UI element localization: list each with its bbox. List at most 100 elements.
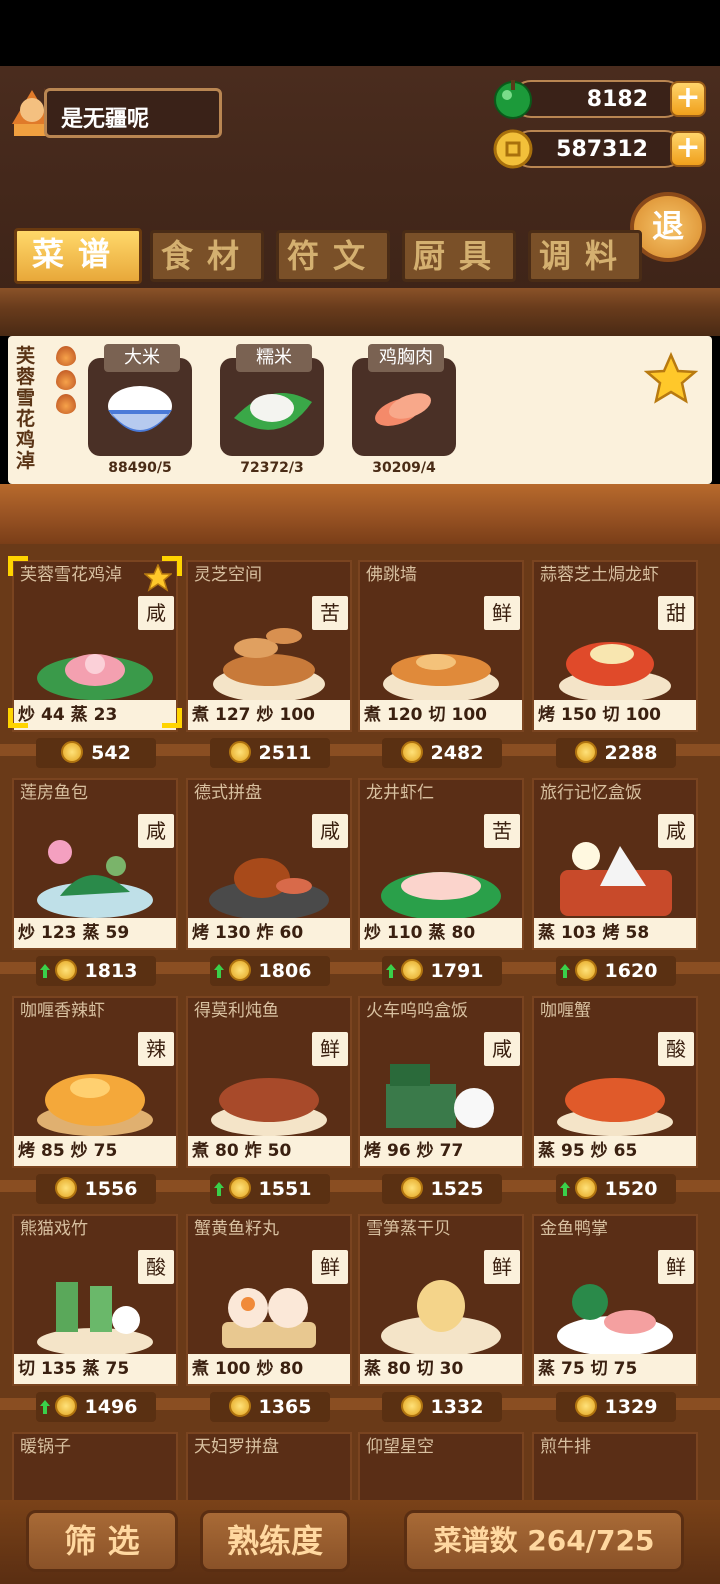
recipe-card[interactable]: 莲房鱼包咸炒 123 蒸 59 1813 (12, 778, 178, 988)
recipe-stats: 烤 150 切 100 (534, 700, 696, 730)
stat-value: 59 (105, 923, 130, 943)
price-value: 1525 (430, 1178, 484, 1200)
tab-seasonings[interactable]: 调料 (528, 230, 642, 282)
tab-cookware[interactable]: 厨具 (402, 230, 516, 282)
recipe-card[interactable]: 雪笋蒸干贝鲜蒸 80 切 30 1332 (358, 1214, 524, 1424)
tab-ingredients[interactable]: 食材 (150, 230, 264, 282)
stat-value: 75 (93, 1141, 118, 1161)
recipe-stats: 煮 127 炒 100 (188, 700, 350, 730)
add-coins-button[interactable]: + (670, 131, 706, 167)
recipe-card[interactable]: 芙蓉雪花鸡淖咸炒 44 蒸 23 542 (8, 556, 182, 770)
green-gem-icon (494, 80, 532, 119)
recipe-name: 灵芝空间 (194, 565, 262, 585)
stat-method: 炒 (18, 923, 35, 943)
price-value: 1791 (430, 960, 484, 982)
rice-bowl-icon (108, 386, 172, 432)
recipe-stats: 切 135 蒸 75 (14, 1354, 176, 1384)
recipe-price: 2482 (382, 738, 502, 768)
stat-value: 80 (451, 923, 476, 943)
recipe-card[interactable]: 仰望星空 (358, 1432, 524, 1502)
add-gems-button[interactable]: + (670, 81, 706, 117)
stat-value: 130 (215, 923, 251, 943)
recipe-stats: 蒸 95 炒 65 (534, 1136, 696, 1166)
stat-value: 127 (215, 705, 251, 725)
coin-icon (400, 741, 423, 763)
recipe-card[interactable]: 火车呜呜盒饭咸烤 96 炒 77 1525 (358, 996, 524, 1206)
coin-icon (228, 1395, 251, 1417)
price-up-icon (40, 964, 50, 978)
flavor-badge: 咸 (484, 1032, 520, 1066)
recipe-card[interactable]: 煎牛排 (532, 1432, 698, 1502)
flavor-badge: 酸 (138, 1250, 174, 1284)
recipe-stats: 蒸 80 切 30 (360, 1354, 522, 1384)
stat-method: 炒 (590, 1141, 608, 1161)
recipe-stats: 煮 80 炸 50 (188, 1136, 350, 1166)
recipe-name: 天妇罗拼盘 (194, 1437, 279, 1457)
tab-recipes[interactable]: 菜谱 (14, 228, 142, 284)
proficiency-button[interactable]: 熟练度 (200, 1510, 350, 1572)
selection-corner (162, 708, 182, 728)
recipe-card[interactable]: 灵芝空间苦煮 127 炒 100 2511 (186, 560, 352, 770)
stat-value: 23 (93, 705, 118, 725)
recipe-name: 咖喱蟹 (540, 1001, 591, 1021)
stat-method: 切 (602, 705, 620, 725)
recipe-card[interactable]: 咖喱蟹酸蒸 95 炒 65 1520 (532, 996, 698, 1206)
recipe-name: 蟹黄鱼籽丸 (194, 1219, 279, 1239)
recipe-card[interactable]: 佛跳墙鲜煮 120 切 100 2482 (358, 560, 524, 770)
flavor-badge: 咸 (138, 814, 174, 848)
ingredient-glutinous-rice[interactable]: 糯米 72372/3 (220, 344, 324, 480)
stat-method: 烤 (18, 1141, 35, 1161)
recipe-count-button[interactable]: 菜谱数 264/725 (404, 1510, 684, 1572)
recipe-name: 金鱼鸭掌 (540, 1219, 608, 1239)
ingredient-rice[interactable]: 大米 88490/5 (88, 344, 192, 480)
category-tabs: 菜谱 食材 符文 厨具 调料 (14, 228, 654, 286)
flame-icon (56, 370, 76, 390)
recipe-card[interactable]: 蒜蓉芝土焗龙虾甜烤 150 切 100 2288 (532, 560, 698, 770)
recipe-name: 熊猫戏竹 (20, 1219, 88, 1239)
recipe-card[interactable]: 得莫利炖鱼鲜煮 80 炸 50 1551 (186, 996, 352, 1206)
recipe-name: 龙井虾仁 (366, 783, 434, 803)
filter-button[interactable]: 筛 选 (26, 1510, 178, 1572)
stat-value: 103 (561, 923, 597, 943)
recipe-name: 佛跳墙 (366, 565, 417, 585)
recipe-price: 1551 (210, 1174, 330, 1204)
recipe-card[interactable]: 熊猫戏竹酸切 135 蒸 75 1496 (12, 1214, 178, 1424)
tab-runes[interactable]: 符文 (276, 230, 390, 282)
recipe-card[interactable]: 咖喱香辣虾辣烤 85 炒 75 1556 (12, 996, 178, 1206)
player-name-box[interactable]: 是无疆呢 (44, 88, 222, 138)
recipe-card[interactable]: 金鱼鸭掌鲜蒸 75 切 75 1329 (532, 1214, 698, 1424)
stat-method: 烤 (192, 923, 209, 943)
stat-method: 蒸 (70, 705, 88, 725)
stat-value: 110 (387, 923, 423, 943)
recipe-name: 蒜蓉芝土焗龙虾 (540, 565, 659, 585)
stat-value: 100 (215, 1359, 251, 1379)
price-up-icon (560, 964, 570, 978)
stat-method: 炒 (256, 705, 274, 725)
coin-icon (574, 1177, 597, 1199)
stat-value: 150 (561, 705, 597, 725)
coin-icon (54, 959, 77, 981)
recipe-card[interactable]: 暖锅子 (12, 1432, 178, 1502)
wood-shelf-top (0, 484, 720, 544)
recipe-card[interactable]: 旅行记忆盒饭咸蒸 103 烤 58 1620 (532, 778, 698, 988)
price-up-icon (214, 964, 224, 978)
recipe-card[interactable]: 天妇罗拼盘 (186, 1432, 352, 1502)
recipe-card[interactable]: 龙井虾仁苦炒 110 蒸 80 1791 (358, 778, 524, 988)
stat-method: 煮 (192, 1359, 209, 1379)
stat-value: 96 (387, 1141, 411, 1161)
coins-value: 587312 (556, 137, 648, 162)
favorite-star-icon[interactable] (644, 352, 698, 406)
ingredient-chicken-breast[interactable]: 鸡胸肉 30209/4 (352, 344, 456, 480)
recipe-card[interactable]: 德式拼盘咸烤 130 炸 60 1806 (186, 778, 352, 988)
price-value: 1620 (604, 960, 658, 982)
stat-method: 蒸 (82, 1359, 100, 1379)
stat-method: 炸 (244, 1141, 262, 1161)
recipe-book-screen: 是无疆呢 8182 + 587312 + 退 菜谱 食材 符文 厨具 调料 芙蓉… (0, 0, 720, 1584)
recipe-price: 1329 (556, 1392, 676, 1422)
recipe-card[interactable]: 蟹黄鱼籽丸鲜煮 100 炒 80 1365 (186, 1214, 352, 1424)
stat-method: 蒸 (82, 923, 100, 943)
stat-method: 烤 (364, 1141, 381, 1161)
selection-corner (8, 556, 28, 576)
recipe-detail-panel: 芙蓉雪花鸡淖 大米 88490/5 糯米 72372/3 鸡胸肉 30209/4 (8, 336, 712, 484)
glutinous-rice-icon (234, 393, 312, 430)
